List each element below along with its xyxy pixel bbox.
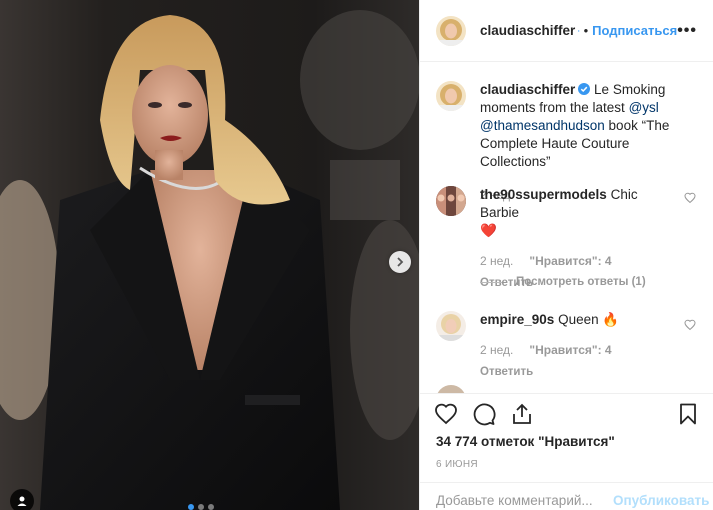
save-button[interactable] (676, 402, 700, 426)
instagram-post-modal: claudiaschiffer • Подписаться ••• claudi… (0, 0, 713, 510)
author-username[interactable]: claudiaschiffer (480, 23, 575, 38)
share-button[interactable] (510, 402, 534, 426)
post-date[interactable]: 6 ИЮНЯ (436, 459, 478, 470)
likes-count[interactable]: 34 774 отметок "Нравится" (436, 434, 615, 449)
comment-avatar[interactable] (436, 311, 466, 341)
comment-username[interactable]: the90ssupermodels (480, 187, 607, 202)
comment-bubble-icon (473, 403, 496, 425)
comment-time[interactable]: 2 нед. (480, 341, 513, 359)
post-photo (0, 0, 419, 510)
carousel-dot (208, 504, 214, 510)
avatar-image (436, 311, 466, 341)
follow-button[interactable]: Подписаться (592, 23, 677, 38)
more-options-button[interactable]: ••• (677, 22, 697, 40)
comments-list[interactable]: claudiaschiffer Le Smoking moments from … (420, 63, 713, 393)
comment-body: empire_90s Queen 🔥 2 нед. "Нравится": 4 … (480, 311, 680, 381)
caption-avatar[interactable] (436, 81, 466, 111)
header-separator: • (583, 23, 589, 38)
mention-ysl[interactable]: @ysl (629, 100, 659, 115)
avatar-image (436, 15, 466, 46)
comment-item: empire_90s Queen 🔥 2 нед. "Нравится": 4 … (436, 311, 706, 381)
avatar-image (436, 385, 466, 393)
like-button[interactable] (434, 402, 458, 426)
add-comment-bar: Опубликовать (420, 482, 713, 510)
comment-likes[interactable]: "Нравится": 4 (529, 341, 611, 359)
chevron-right-icon (397, 257, 404, 267)
carousel-next-button[interactable] (389, 251, 411, 273)
publish-button[interactable]: Опубликовать (613, 493, 709, 508)
tagged-users-button[interactable] (10, 489, 34, 510)
heart-emoji: ❤️ (480, 223, 497, 238)
post-actions-bar (420, 393, 713, 433)
comment-text: Queen (554, 312, 599, 327)
comment-button[interactable] (472, 402, 496, 426)
view-replies-button[interactable]: Посмотреть ответы (1) (480, 276, 646, 288)
comment-avatar[interactable] (436, 186, 466, 216)
verified-badge-icon (578, 83, 591, 95)
fire-emoji: 🔥 (602, 312, 620, 327)
post-media[interactable] (0, 0, 419, 510)
bookmark-icon (680, 403, 696, 424)
avatar-image (436, 81, 466, 111)
avatar-image (436, 186, 466, 216)
reply-button[interactable]: Ответить (480, 363, 680, 381)
mention-thamesandhudson[interactable]: @thamesandhudson (480, 118, 605, 133)
share-icon (513, 403, 531, 424)
comment-username[interactable]: empire_90s (480, 312, 554, 327)
post-header: claudiaschiffer • Подписаться ••• (420, 0, 713, 62)
comment-time[interactable]: 2 нед. (480, 252, 513, 270)
view-replies-line (480, 281, 502, 283)
comment-item-partial (436, 385, 706, 393)
comment-likes[interactable]: "Нравится": 4 (529, 252, 611, 270)
comment-meta: 2 нед. "Нравится": 4 (480, 341, 680, 359)
carousel-indicator (188, 504, 214, 510)
post-side-panel: claudiaschiffer • Подписаться ••• claudi… (419, 0, 713, 510)
author-avatar[interactable] (436, 15, 466, 46)
comment-input[interactable] (436, 493, 613, 508)
person-icon (17, 496, 27, 506)
verified-badge-icon (578, 29, 580, 32)
carousel-dot (188, 504, 194, 510)
comment-avatar[interactable] (436, 385, 466, 393)
comment-meta: 2 нед. "Нравится": 4 (480, 252, 680, 270)
caption-username[interactable]: claudiaschiffer (480, 82, 575, 97)
heart-icon (435, 403, 457, 424)
like-comment-heart-icon[interactable] (684, 319, 696, 331)
view-replies-label[interactable]: Посмотреть ответы (1) (516, 276, 646, 288)
like-comment-heart-icon[interactable] (684, 192, 696, 204)
carousel-dot (198, 504, 204, 510)
